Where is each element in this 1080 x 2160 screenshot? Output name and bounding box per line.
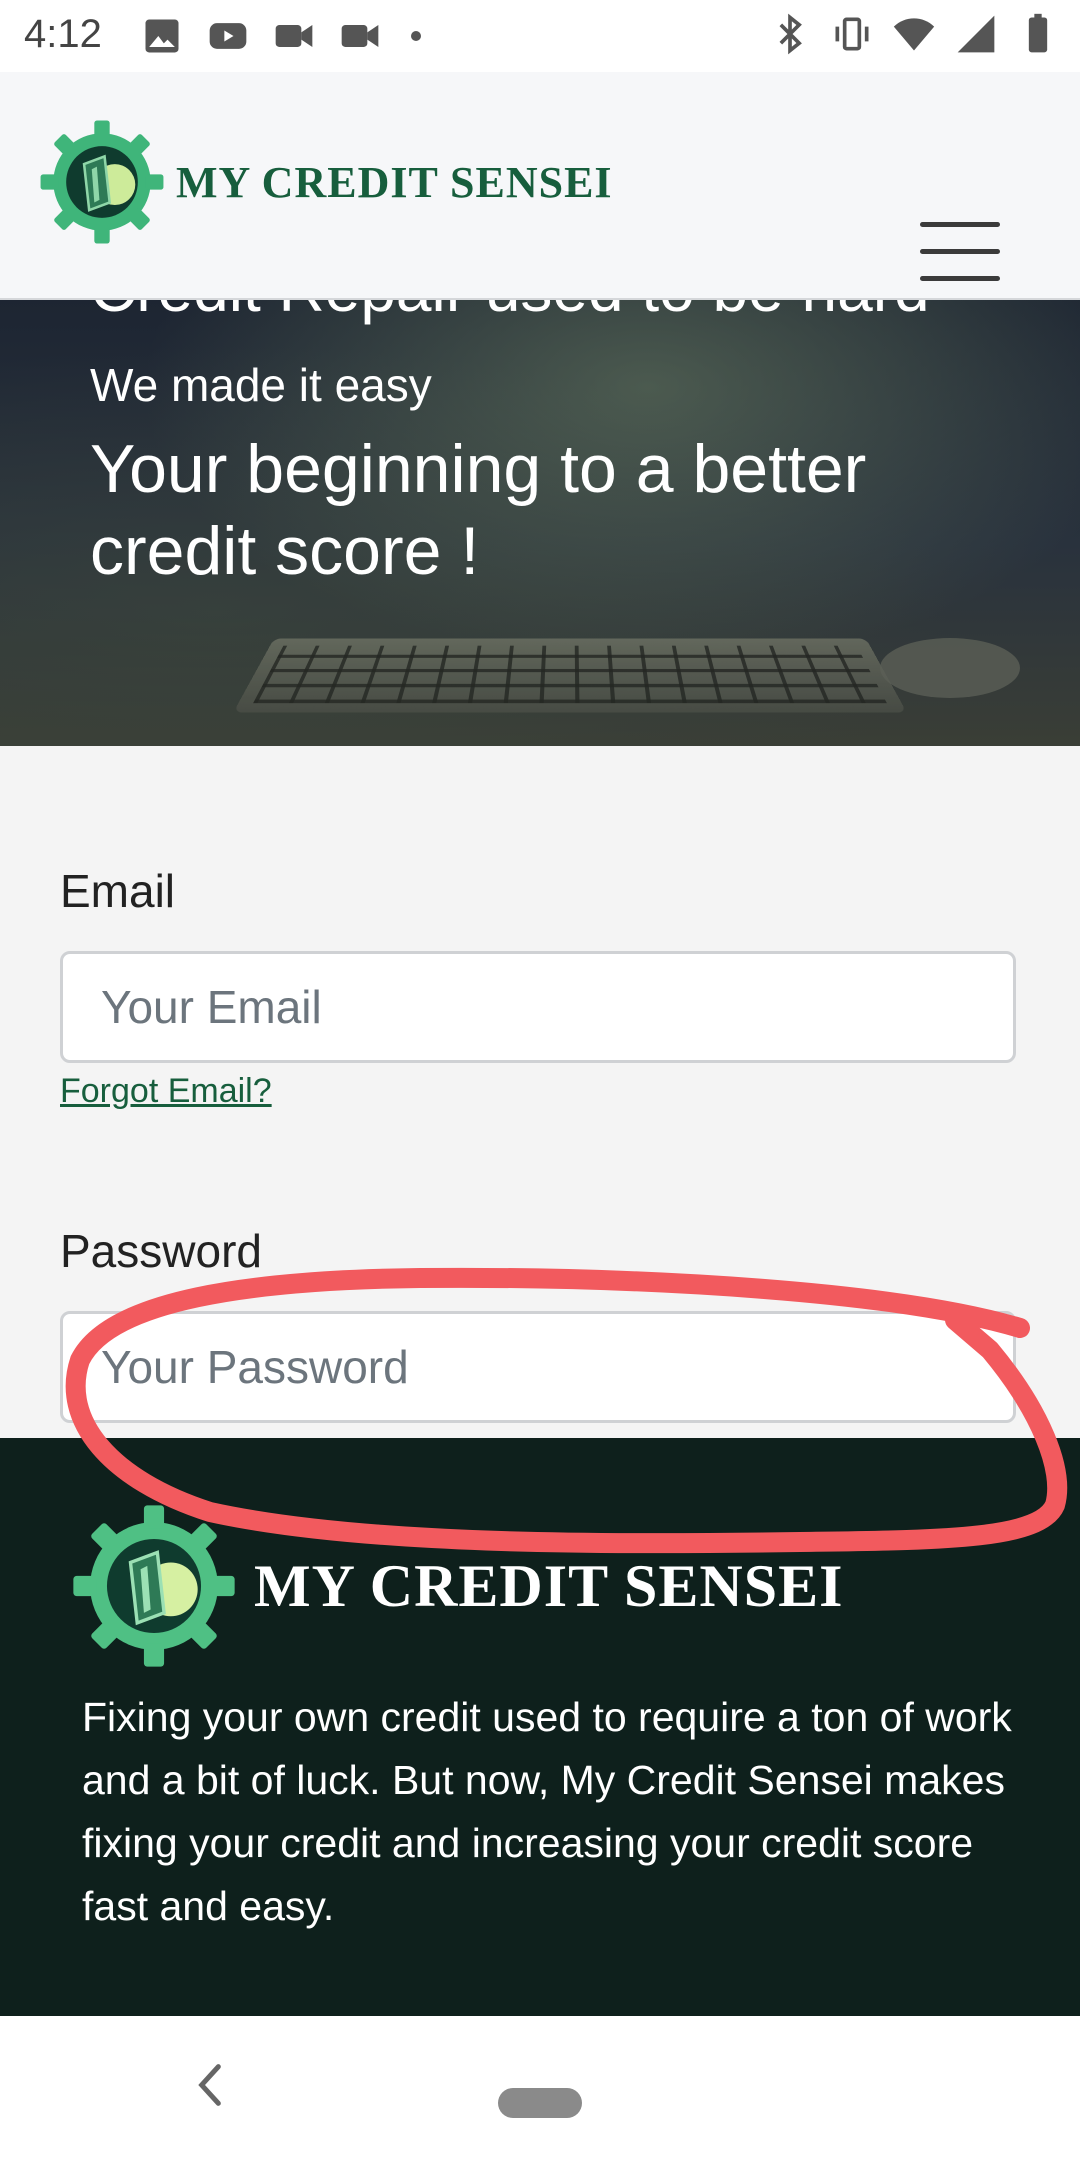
login-form: Email Your Email Forgot Email? Password … — [0, 746, 1080, 1438]
footer-brand-name: MY CREDIT SENSEI — [254, 1552, 844, 1619]
hamburger-menu-button[interactable] — [920, 222, 1000, 282]
back-chevron-icon[interactable] — [190, 2060, 230, 2110]
password-field[interactable]: Your Password — [60, 1311, 1016, 1423]
hamburger-line — [920, 276, 1000, 281]
image-icon — [145, 19, 179, 53]
bluetooth-icon — [779, 13, 802, 55]
hamburger-icon — [920, 222, 1000, 227]
hamburger-line — [920, 249, 1000, 254]
password-label: Password — [60, 1225, 262, 1277]
site-header: MY CREDIT SENSEI — [0, 72, 1080, 300]
vibrate-icon — [835, 17, 869, 51]
battery-icon — [1028, 13, 1048, 53]
email-field[interactable]: Your Email — [60, 951, 1016, 1063]
brand-name: MY CREDIT SENSEI — [176, 157, 613, 207]
cell-signal-icon — [957, 15, 995, 53]
notification-icons — [140, 14, 428, 58]
status-bar: 4:12 — [0, 0, 1080, 72]
hero-banner: Credit Repair used to be hard We made it… — [0, 298, 1080, 746]
brand-link[interactable]: MY CREDIT SENSEI — [38, 118, 613, 246]
site-footer: MY CREDIT SENSEI Fixing your own credit … — [0, 1438, 1080, 2016]
forgot-email-link[interactable]: Forgot Email? — [60, 1072, 272, 1111]
dot-icon — [411, 31, 421, 41]
logo-gear-icon — [73, 1505, 235, 1667]
footer-description: Fixing your own credit used to require a… — [82, 1694, 1012, 1929]
video-camera-icon — [275, 25, 313, 47]
hero-headline: Your beginning to a better credit score … — [90, 431, 867, 589]
status-time: 4:12 — [24, 12, 102, 56]
home-pill-button[interactable] — [498, 2088, 582, 2118]
footer-brand: MY CREDIT SENSEI — [70, 1502, 844, 1670]
email-label: Email — [60, 865, 176, 917]
logo-gear-icon — [40, 120, 164, 244]
youtube-icon — [209, 23, 247, 49]
hero-subtitle: We made it easy — [90, 359, 432, 411]
wifi-icon — [893, 18, 935, 51]
video-camera-icon — [341, 25, 379, 47]
system-icons — [768, 12, 1060, 56]
android-nav-bar — [0, 2016, 1080, 2160]
hero-title: Credit Repair used to be hard — [90, 298, 930, 326]
mouse-image — [880, 638, 1020, 698]
keyboard-image — [233, 638, 907, 713]
